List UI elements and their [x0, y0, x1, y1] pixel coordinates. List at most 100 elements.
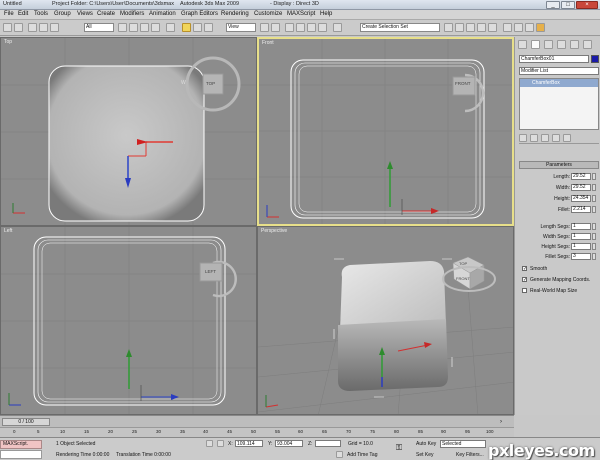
layer-manager-icon[interactable] — [466, 23, 475, 32]
create-tab-icon[interactable] — [518, 40, 527, 49]
rotate-icon[interactable] — [193, 23, 202, 32]
undo-icon[interactable] — [3, 23, 12, 32]
maxscript-input[interactable] — [0, 450, 42, 459]
menu-animation[interactable]: Animation — [149, 11, 176, 17]
param-length-spinner[interactable] — [592, 173, 596, 180]
select-by-name-icon[interactable] — [129, 23, 138, 32]
menu-graph-editors[interactable]: Graph Editors — [181, 11, 218, 17]
time-slider-thumb[interactable]: 0 / 100 — [2, 418, 50, 426]
select-move-icon[interactable] — [166, 23, 175, 32]
z-coordinate-field[interactable] — [315, 440, 341, 447]
param-fillet-spinner[interactable] — [592, 206, 596, 213]
param-height-spinner[interactable] — [592, 195, 596, 202]
param-height-segs-spinner[interactable] — [592, 243, 596, 250]
param-length-input[interactable]: 29.52 — [571, 173, 591, 180]
viewport-top[interactable]: Top W TOP — [0, 37, 257, 226]
auto-key-button[interactable]: Auto Key — [416, 441, 436, 447]
quick-render-icon[interactable] — [536, 23, 545, 32]
absolute-mode-icon[interactable] — [217, 440, 224, 447]
curve-editor-icon[interactable] — [477, 23, 486, 32]
object-name-field[interactable]: ChamferBox01 — [519, 55, 589, 63]
param-width-spinner[interactable] — [592, 184, 596, 191]
menu-tools[interactable]: Tools — [34, 11, 48, 17]
next-frame-icon[interactable]: › — [500, 418, 510, 426]
remove-modifier-icon[interactable] — [552, 134, 560, 142]
key-selection-dropdown[interactable]: Selected — [440, 440, 486, 448]
percent-snap-icon[interactable] — [307, 23, 316, 32]
select-object-icon[interactable] — [118, 23, 127, 32]
edit-named-selections-icon[interactable] — [333, 23, 342, 32]
menu-help[interactable]: Help — [320, 11, 332, 17]
viewcube-top-label[interactable]: TOP — [206, 81, 215, 86]
key-filters-button[interactable]: Key Filters... — [456, 452, 484, 458]
menu-customize[interactable]: Customize — [254, 11, 282, 17]
menu-views[interactable]: Views — [77, 11, 93, 17]
menu-create[interactable]: Create — [97, 11, 115, 17]
param-width-segs-spinner[interactable] — [592, 233, 596, 240]
param-length-segs-input[interactable]: 1 — [571, 223, 591, 230]
utilities-tab-icon[interactable] — [583, 40, 592, 49]
viewport-left[interactable]: Left LEFT — [0, 226, 257, 415]
set-key-button[interactable]: Set Key — [416, 452, 434, 458]
maxscript-listener[interactable]: MAXScript. — [0, 440, 42, 449]
pin-stack-icon[interactable] — [519, 134, 527, 142]
smooth-checkbox[interactable]: ✓ — [522, 266, 527, 272]
minimize-button[interactable]: _ — [546, 1, 560, 9]
render-setup-icon[interactable] — [514, 23, 523, 32]
viewcube-persp-front-label[interactable]: FRONT — [456, 276, 470, 281]
pivot-center-icon[interactable] — [260, 23, 269, 32]
param-fillet-input[interactable]: 2.214 — [571, 206, 591, 213]
time-tag-icon[interactable] — [336, 451, 343, 458]
configure-sets-icon[interactable] — [563, 134, 571, 142]
display-tab-icon[interactable] — [570, 40, 579, 49]
selection-filter-dropdown[interactable]: All — [84, 23, 114, 32]
parameters-rollout[interactable]: Parameters — [519, 161, 599, 169]
stack-item-chamferbox[interactable]: ChamferBox — [520, 79, 598, 87]
window-crossing-icon[interactable] — [151, 23, 160, 32]
link-icon[interactable] — [28, 23, 37, 32]
param-height-segs-input[interactable]: 1 — [571, 243, 591, 250]
menu-file[interactable]: File — [4, 11, 14, 17]
param-width-input[interactable]: 29.52 — [571, 184, 591, 191]
schematic-view-icon[interactable] — [488, 23, 497, 32]
show-end-result-icon[interactable] — [530, 134, 538, 142]
y-coordinate-field[interactable]: 93.004 — [275, 440, 303, 447]
scale-icon[interactable] — [204, 23, 213, 32]
redo-icon[interactable] — [14, 23, 23, 32]
real-world-map-size-checkbox[interactable] — [522, 288, 527, 293]
align-icon[interactable] — [455, 23, 464, 32]
rectangular-selection-icon[interactable] — [140, 23, 149, 32]
material-editor-icon[interactable] — [503, 23, 512, 32]
viewcube-persp-top-label[interactable]: TOP — [459, 261, 467, 266]
mirror-icon[interactable] — [444, 23, 453, 32]
menu-rendering[interactable]: Rendering — [221, 11, 249, 17]
key-icon[interactable]: ⚿ — [396, 443, 410, 453]
move-icon[interactable] — [182, 23, 191, 32]
generate-mapping-checkbox[interactable]: ✓ — [522, 277, 527, 283]
spinner-snap-icon[interactable] — [318, 23, 327, 32]
viewport-perspective[interactable]: Perspective TOP FRONT — [257, 226, 514, 415]
menu-edit[interactable]: Edit — [18, 11, 28, 17]
viewcube-left-label[interactable]: LEFT — [205, 269, 216, 274]
param-fillet-segs-input[interactable]: 3 — [571, 253, 591, 260]
param-length-segs-spinner[interactable] — [592, 223, 596, 230]
motion-tab-icon[interactable] — [557, 40, 566, 49]
modifier-list-dropdown[interactable]: Modifier List — [519, 67, 599, 75]
angle-snap-icon[interactable] — [296, 23, 305, 32]
menu-maxscript[interactable]: MAXScript — [287, 11, 315, 17]
unlink-icon[interactable] — [39, 23, 48, 32]
x-coordinate-field[interactable]: 109.114 — [235, 440, 263, 447]
snaps-toggle-icon[interactable] — [285, 23, 294, 32]
reference-coordinate-dropdown[interactable]: View — [226, 23, 256, 32]
add-time-tag[interactable]: Add Time Tag — [347, 452, 377, 458]
param-width-segs-input[interactable]: 1 — [571, 233, 591, 240]
viewcube-front-label[interactable]: FRONT — [455, 81, 471, 86]
param-height-input[interactable]: 24.354 — [571, 195, 591, 202]
modify-tab-icon[interactable] — [531, 40, 540, 49]
lock-selection-icon[interactable] — [206, 440, 213, 447]
hierarchy-tab-icon[interactable] — [544, 40, 553, 49]
time-slider[interactable]: 0 / 100 › — [0, 415, 514, 427]
named-selection-set-field[interactable]: Create Selection Set — [360, 23, 440, 32]
rendered-frame-icon[interactable] — [525, 23, 534, 32]
menu-group[interactable]: Group — [54, 11, 71, 17]
